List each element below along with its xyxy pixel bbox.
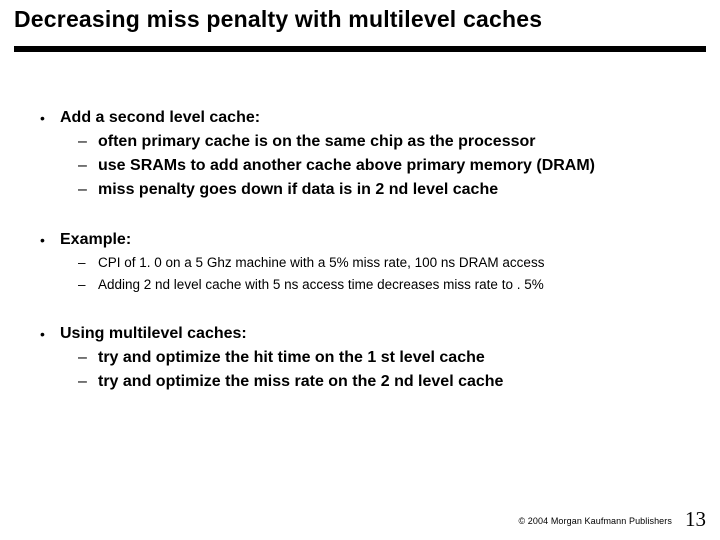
sub-bullet-text: try and optimize the hit time on the 1 s… <box>98 348 680 368</box>
bullet-content: Add a second level cache: – often primar… <box>60 108 680 200</box>
dash-icon: – <box>78 276 98 294</box>
sub-bullet: – often primary cache is on the same chi… <box>78 132 680 152</box>
section-heading: Add a second level cache: <box>60 108 680 128</box>
slide: Decreasing miss penalty with multilevel … <box>0 0 720 540</box>
sub-bullet: – use SRAMs to add another cache above p… <box>78 156 680 176</box>
sub-bullet-text: use SRAMs to add another cache above pri… <box>98 156 680 176</box>
bullet-icon: • <box>40 230 60 250</box>
bullet-content: Example: – CPI of 1. 0 on a 5 Ghz machin… <box>60 230 680 294</box>
sub-bullet-text: often primary cache is on the same chip … <box>98 132 680 152</box>
dash-icon: – <box>78 348 98 368</box>
sub-bullet: – CPI of 1. 0 on a 5 Ghz machine with a … <box>78 254 680 272</box>
dash-icon: – <box>78 156 98 176</box>
section-heading: Example: <box>60 230 680 250</box>
bullet-section: • Using multilevel caches: – try and opt… <box>40 324 680 392</box>
dash-icon: – <box>78 180 98 200</box>
sub-bullet-text: miss penalty goes down if data is in 2 n… <box>98 180 680 200</box>
sub-bullet: – try and optimize the miss rate on the … <box>78 372 680 392</box>
sub-bullet: – try and optimize the hit time on the 1… <box>78 348 680 368</box>
dash-icon: – <box>78 254 98 272</box>
sub-bullet-text: try and optimize the miss rate on the 2 … <box>98 372 680 392</box>
sub-bullet-text: CPI of 1. 0 on a 5 Ghz machine with a 5%… <box>98 254 680 272</box>
footer-copyright: © 2004 Morgan Kaufmann Publishers <box>518 516 672 526</box>
bullet-section: • Add a second level cache: – often prim… <box>40 108 680 200</box>
sub-bullet: – miss penalty goes down if data is in 2… <box>78 180 680 200</box>
page-number: 13 <box>685 507 706 532</box>
slide-title: Decreasing miss penalty with multilevel … <box>14 6 542 33</box>
sub-bullet: – Adding 2 nd level cache with 5 ns acce… <box>78 276 680 294</box>
dash-icon: – <box>78 372 98 392</box>
section-heading: Using multilevel caches: <box>60 324 680 344</box>
sub-bullet-text: Adding 2 nd level cache with 5 ns access… <box>98 276 680 294</box>
slide-body: • Add a second level cache: – often prim… <box>40 108 680 392</box>
bullet-section: • Example: – CPI of 1. 0 on a 5 Ghz mach… <box>40 230 680 294</box>
bullet-icon: • <box>40 324 60 344</box>
bullet-icon: • <box>40 108 60 128</box>
bullet-content: Using multilevel caches: – try and optim… <box>60 324 680 392</box>
title-rule <box>14 46 706 52</box>
dash-icon: – <box>78 132 98 152</box>
